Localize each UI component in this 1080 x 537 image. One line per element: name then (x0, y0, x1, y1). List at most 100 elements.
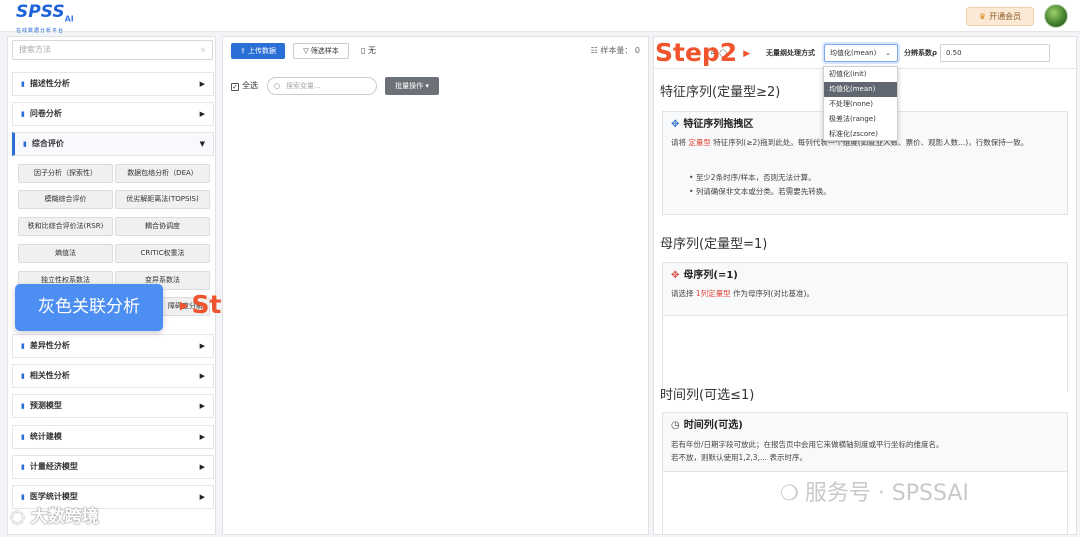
grey-relational-tooltip[interactable]: 灰色关联分析 (15, 284, 163, 331)
sidebar-item-label: 综合评价 (31, 139, 64, 148)
method-factor-analysis[interactable]: 因子分析（探索性） (18, 164, 113, 183)
dropdown-option-range[interactable]: 极差法(range) (824, 112, 897, 127)
caret-right-icon: ▶ (199, 372, 205, 380)
dimension-dropdown[interactable]: 初值化(init) 均值化(mean) 不处理(none) 极差法(range)… (823, 66, 898, 141)
sidebar-item-difference[interactable]: ▮ 差异性分析 ▶ (12, 334, 214, 358)
logo-ai: AI (64, 14, 74, 24)
file-icon: ▯ (361, 46, 366, 55)
vip-label: 开通会员 (989, 12, 1022, 21)
sidebar-item-medical[interactable]: ▮ 医学统计模型 ▶ (12, 485, 214, 509)
variable-search-placeholder: 搜索变量... (286, 82, 321, 90)
time-desc-2: 若不放，则默认使用1,2,3,... 表示时序。 (671, 453, 808, 462)
sidebar-item-comprehensive[interactable]: ▮ 综合评价 ▼ (12, 132, 214, 156)
upload-icon: ⇪ (239, 47, 246, 55)
method-fuzzy[interactable]: 模糊综合评价 (18, 190, 113, 209)
dropdown-option-zscore[interactable]: 标准化(zscore) (824, 127, 897, 142)
chevron-down-icon: ⌄ (885, 49, 891, 57)
parent-desc-suffix: 作为母序列(对比基准)。 (733, 289, 814, 298)
parent-desc: 请选择 1列定量型 作为母序列(对比基准)。 (671, 288, 1063, 300)
sidebar-item-questionnaire[interactable]: ▮ 问卷分析 ▶ (12, 102, 214, 126)
avatar[interactable] (1044, 4, 1068, 28)
batch-label: 批量操作 (395, 82, 424, 90)
time-desc-1: 若有年份/日期字段可放此；在报告页中会用它来做横轴刻度或平行坐标的维度名。 (671, 440, 944, 449)
checkbox-checked-icon: ✓ (231, 83, 239, 91)
sidebar-item-descriptive[interactable]: ▮ 描述性分析 ▶ (12, 72, 214, 96)
caret-right-icon: ▶ (199, 342, 205, 350)
parent-drop-area[interactable] (663, 315, 1067, 392)
corner-watermark-text: 大数跨境 (30, 507, 99, 527)
caret-right-icon: ▶ (199, 463, 205, 471)
method-rsr[interactable]: 秩和比综合评价法(RSR) (18, 217, 113, 236)
caret-down-icon: ▼ (199, 140, 205, 148)
chart-icon: ▮ (21, 80, 25, 88)
method-critic[interactable]: CRITIC权重法 (115, 244, 210, 263)
feature-section-title: 特征序列(定量型≥2) (660, 85, 781, 100)
dimension-label: 无量纲处理方式 (766, 49, 815, 57)
dropdown-option-init[interactable]: 初值化(init) (824, 67, 897, 82)
time-section-title: 时间列(可选≤1) (660, 388, 755, 403)
sidebar-item-label: 医学统计模型 (29, 492, 78, 501)
corner-watermark-icon: ◌ (10, 507, 25, 527)
dropdown-option-mean[interactable]: 均值化(mean) (824, 82, 897, 97)
caret-right-icon: ▶ (199, 433, 205, 441)
move-icon: ✥ (671, 119, 680, 130)
parent-section-title: 母序列(定量型=1) (660, 237, 768, 252)
dimension-select[interactable]: 均值化(mean) ⌄ (824, 44, 898, 62)
parent-box-title-wrap: ✥ 母序列(=1) (671, 269, 738, 283)
caret-right-icon: ▶ (199, 402, 205, 410)
file-label: 无 (367, 46, 376, 55)
sidebar-item-econometrics[interactable]: ▮ 计量经济模型 ▶ (12, 455, 214, 479)
close-icon[interactable]: × (200, 41, 206, 59)
filter-button[interactable]: ▽ 筛选样本 (293, 43, 349, 59)
feature-bullet-text: 列请确保非文本或分类。若需要先转换。 (695, 187, 831, 196)
parent-box-title: 母序列(=1) (683, 270, 738, 281)
move-icon: ✥ (671, 270, 680, 281)
sidebar-item-label: 差异性分析 (29, 341, 70, 350)
chart-icon: ▮ (21, 342, 25, 350)
variable-search-input[interactable]: ○ 搜索变量... (267, 77, 377, 95)
logo[interactable]: SPSSAI 在线数据分析平台 (16, 3, 74, 35)
method-dea[interactable]: 数据包络分析（DEA） (115, 164, 210, 183)
feature-box-title: 特征序列拖拽区 (683, 119, 754, 130)
parent-drop-zone[interactable]: ✥ 母序列(=1) 请选择 1列定量型 作为母序列(对比基准)。 (662, 262, 1068, 392)
dropdown-option-none[interactable]: 不处理(none) (824, 97, 897, 112)
chart-icon: ▮ (21, 463, 25, 471)
method-coupling[interactable]: 耦合协调度 (115, 217, 210, 236)
clock-icon: ◷ (671, 420, 680, 431)
caret-down-icon: ▾ (425, 82, 429, 90)
upload-label: 上传数据 (248, 47, 277, 55)
sidebar-item-label: 描述性分析 (29, 79, 70, 88)
batch-actions-button[interactable]: 批量操作 ▾ (385, 77, 439, 95)
search-icon: ○ (274, 82, 281, 90)
method-entropy[interactable]: 熵值法 (18, 244, 113, 263)
feature-bullet-2: • 列请确保非文本或分类。若需要先转换。 (689, 187, 831, 196)
crown-icon: ♛ (978, 12, 987, 21)
sidebar-item-label: 预测模型 (29, 401, 62, 410)
chart-icon: ▮ (23, 140, 27, 148)
step2-label: Step2 (655, 38, 738, 67)
rho-input[interactable]: 0.50 (940, 44, 1050, 62)
data-panel: ⇪ 上传数据 ▽ 筛选样本 ▯ 无 ☷ 样本量： 0 ✓ 全选 ○ 搜索变量... … (222, 36, 649, 535)
filter-label: 筛选样本 (310, 47, 339, 55)
step2-annotation: Step2 ▶ (655, 36, 750, 71)
select-all-checkbox[interactable]: ✓ 全选 (231, 80, 258, 92)
upload-button[interactable]: ⇪ 上传数据 (231, 43, 285, 59)
sidebar-item-label: 统计建模 (29, 432, 62, 441)
caret-right-icon: ▶ (199, 493, 205, 501)
sidebar-item-prediction[interactable]: ▮ 预测模型 ▶ (12, 394, 214, 418)
sidebar-item-correlation[interactable]: ▮ 相关性分析 ▶ (12, 364, 214, 388)
sidebar-item-statistical-modeling[interactable]: ▮ 统计建模 ▶ (12, 425, 214, 449)
time-box-title-wrap: ◷ 时间列(可选) (671, 419, 743, 433)
vip-button[interactable]: ♛ 开通会员 (966, 7, 1034, 26)
chart-icon: ▮ (21, 110, 25, 118)
rho-label: 分辨系数ρ (904, 49, 938, 57)
service-watermark-text: 服务号 · SPSSAI (804, 481, 969, 506)
sidebar-item-label: 相关性分析 (29, 371, 70, 380)
time-drop-zone[interactable]: ◷ 时间列(可选) 若有年份/日期字段可放此；在报告页中会用它来做横轴刻度或平行坐… (662, 412, 1068, 534)
feature-box-title-wrap: ✥ 特征序列拖拽区 (671, 118, 753, 132)
dimension-select-value: 均值化(mean) (830, 49, 877, 57)
feature-bullet-1: • 至少2条时序/样本，否则无法计算。 (689, 173, 816, 182)
method-topsis[interactable]: 优劣解距离法(TOPSIS) (115, 190, 210, 209)
top-bar: SPSSAI 在线数据分析平台 ♛ 开通会员 (0, 0, 1080, 35)
method-search-input[interactable]: 搜索方法 × (12, 40, 213, 60)
